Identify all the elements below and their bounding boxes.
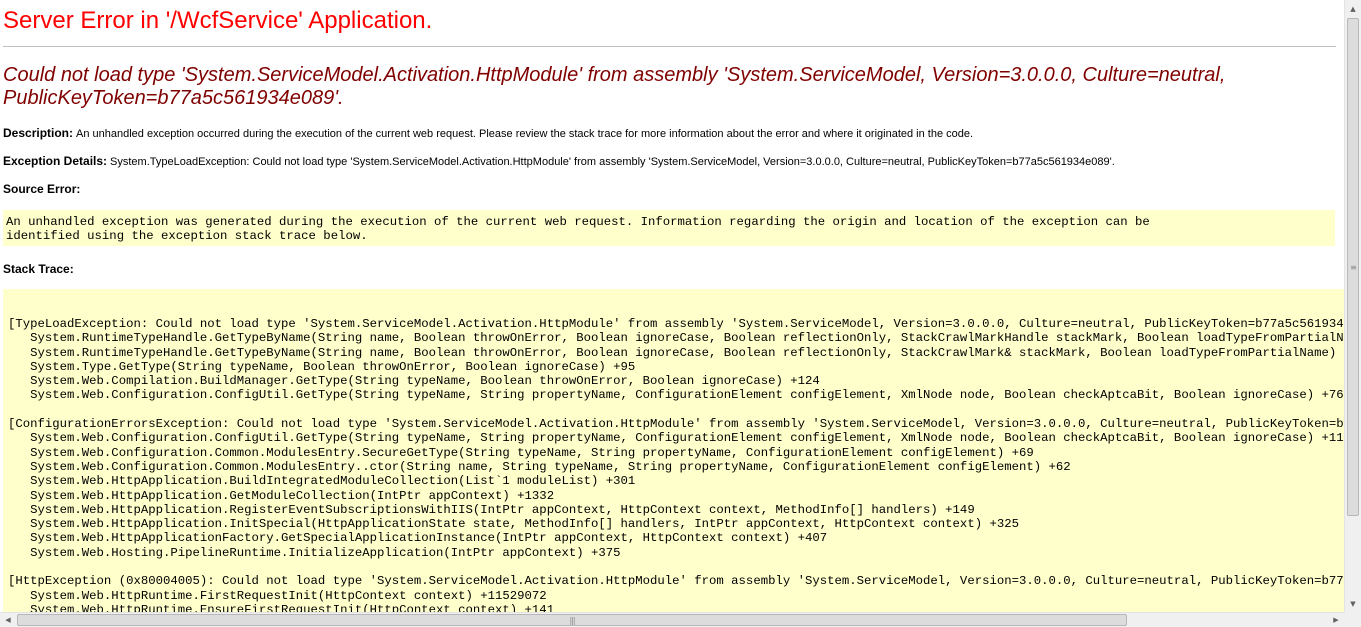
description-label: Description:: [3, 126, 74, 140]
stack-trace-line: System.Web.HttpApplicationFactory.GetSpe…: [8, 531, 828, 546]
description-text: An unhandled exception occurred during t…: [76, 128, 974, 140]
down-arrow-icon: ▼: [1350, 599, 1356, 608]
source-error-box: An unhandled exception was generated dur…: [3, 210, 1335, 246]
stack-trace-line: System.Web.Configuration.Common.ModulesE…: [8, 445, 1034, 460]
page-title: Server Error in '/WcfService' Applicatio…: [3, 7, 433, 34]
stack-trace-line: System.Web.HttpApplication.RegisterEvent…: [8, 502, 975, 517]
page-viewport: Server Error in '/WcfService' Applicatio…: [0, 0, 1344, 612]
exception-details-label: Exception Details:: [3, 154, 108, 168]
stack-trace-line: [8, 560, 1344, 574]
stack-trace-label: Stack Trace:: [3, 262, 74, 276]
grip-icon: ≡: [1350, 262, 1357, 272]
horizontal-scroll-thumb[interactable]: |||: [17, 614, 1127, 626]
source-error-label: Source Error:: [3, 182, 81, 196]
stack-trace-line: System.Web.HttpRuntime.FirstRequestInit(…: [8, 588, 547, 603]
stack-trace-line: System.Web.Hosting.PipelineRuntime.Initi…: [8, 545, 621, 560]
stack-trace-line: [8, 403, 1344, 417]
title-divider: [3, 46, 1336, 47]
scroll-down-button[interactable]: ▼: [1345, 595, 1361, 612]
stack-trace-line: System.RuntimeTypeHandle.GetTypeByName(S…: [8, 331, 1344, 346]
stack-trace-line: System.RuntimeTypeHandle.GetTypeByName(S…: [8, 345, 1344, 360]
stack-trace-line: [ConfigurationErrorsException: Could not…: [8, 417, 1344, 432]
source-error-row: Source Error:: [3, 182, 83, 196]
scroll-right-button[interactable]: ▶: [1328, 613, 1344, 627]
stack-trace-line: System.Type.GetType(String typeName, Boo…: [8, 359, 636, 374]
source-error-line: identified using the exception stack tra…: [6, 229, 368, 244]
stack-trace-line: [HttpException (0x80004005): Could not l…: [8, 574, 1344, 589]
stack-trace-line: System.Web.Configuration.Common.ModulesE…: [8, 459, 1071, 474]
grip-icon: |||: [569, 615, 575, 625]
error-message: Could not load type 'System.ServiceModel…: [3, 64, 1226, 109]
stack-trace-line: System.Web.HttpRuntime.EnsureFirstReques…: [8, 602, 555, 612]
scrollbar-corner: [1344, 612, 1361, 627]
exception-details-row: Exception Details: System.TypeLoadExcepti…: [3, 154, 1115, 168]
right-arrow-icon: ▶: [1333, 616, 1339, 624]
left-arrow-icon: ◀: [5, 616, 11, 624]
stack-trace-line: System.Web.HttpApplication.BuildIntegrat…: [8, 474, 636, 489]
vertical-scrollbar[interactable]: ▲ ≡ ▼: [1344, 0, 1361, 612]
scroll-left-button[interactable]: ◀: [0, 613, 16, 627]
stack-trace-box: [TypeLoadException: Could not load type …: [3, 289, 1344, 612]
up-arrow-icon: ▲: [1350, 4, 1356, 13]
stack-trace-line: [TypeLoadException: Could not load type …: [8, 317, 1344, 331]
description-row: Description: An unhandled exception occur…: [3, 126, 973, 140]
stack-trace-line: System.Web.Configuration.ConfigUtil.GetT…: [8, 431, 1344, 446]
scroll-up-button[interactable]: ▲: [1345, 0, 1361, 17]
stack-trace-line: System.Web.Compilation.BuildManager.GetT…: [8, 374, 820, 389]
stack-trace-row: Stack Trace:: [3, 262, 77, 276]
stack-trace-line: System.Web.HttpApplication.InitSpecial(H…: [8, 517, 1019, 532]
source-error-line: An unhandled exception was generated dur…: [6, 215, 1150, 229]
horizontal-scrollbar[interactable]: ◀ ||| ▶: [0, 612, 1344, 627]
stack-trace-line: System.Web.Configuration.ConfigUtil.GetT…: [8, 388, 1344, 403]
vertical-scroll-thumb[interactable]: ≡: [1347, 18, 1359, 516]
stack-trace-line: System.Web.HttpApplication.GetModuleColl…: [8, 488, 555, 503]
exception-details-text: System.TypeLoadException: Could not load…: [110, 156, 1115, 168]
